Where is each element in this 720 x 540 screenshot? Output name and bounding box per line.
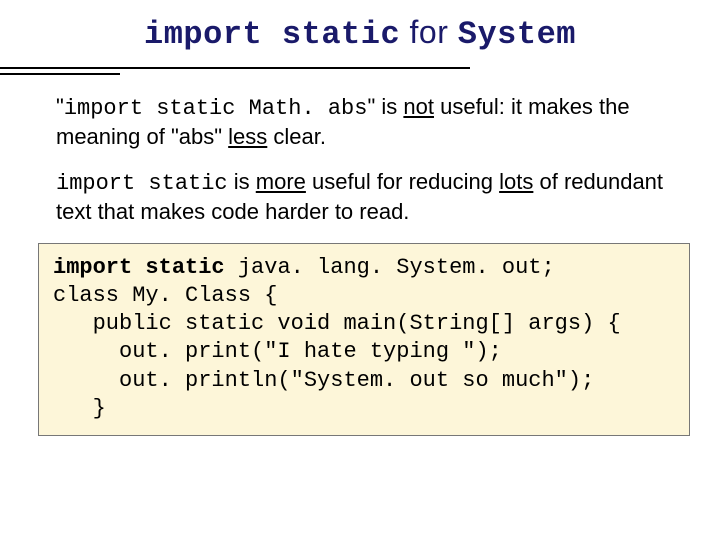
paragraph-2: import static is more useful for reducin… (56, 168, 672, 225)
p2-underline-more: more (256, 169, 306, 194)
p1-underline-not: not (403, 94, 434, 119)
code-line-6: } (53, 396, 106, 421)
code-line-5: out. println("System. out so much"); (53, 368, 594, 393)
slide-title: import static for System (0, 0, 720, 61)
p1-underline-less: less (228, 124, 267, 149)
title-code-2: System (458, 16, 576, 53)
code-line-1-bold: import static (53, 255, 225, 280)
code-line-3: public static void main(String[] args) { (53, 311, 621, 336)
title-rule (0, 61, 720, 75)
rule-short (0, 73, 120, 75)
p2-text-1: is (228, 169, 256, 194)
p2-code: import static (56, 171, 228, 196)
p1-quote-open: " (56, 94, 64, 119)
code-line-1-rest: java. lang. System. out; (225, 255, 555, 280)
p1-after-code: " is (367, 94, 403, 119)
title-mid: for (400, 14, 458, 50)
code-box: import static java. lang. System. out; c… (38, 243, 690, 436)
p2-underline-lots: lots (499, 169, 533, 194)
paragraph-1: "import static Math. abs" is not useful:… (56, 93, 672, 150)
p1-text-3: clear. (267, 124, 326, 149)
p1-code: import static Math. abs (64, 96, 368, 121)
code-line-2: class My. Class { (53, 283, 277, 308)
title-code-1: import static (144, 16, 400, 53)
code-line-4: out. print("I hate typing "); (53, 339, 502, 364)
rule-long (0, 67, 470, 69)
p2-text-2: useful for reducing (306, 169, 499, 194)
